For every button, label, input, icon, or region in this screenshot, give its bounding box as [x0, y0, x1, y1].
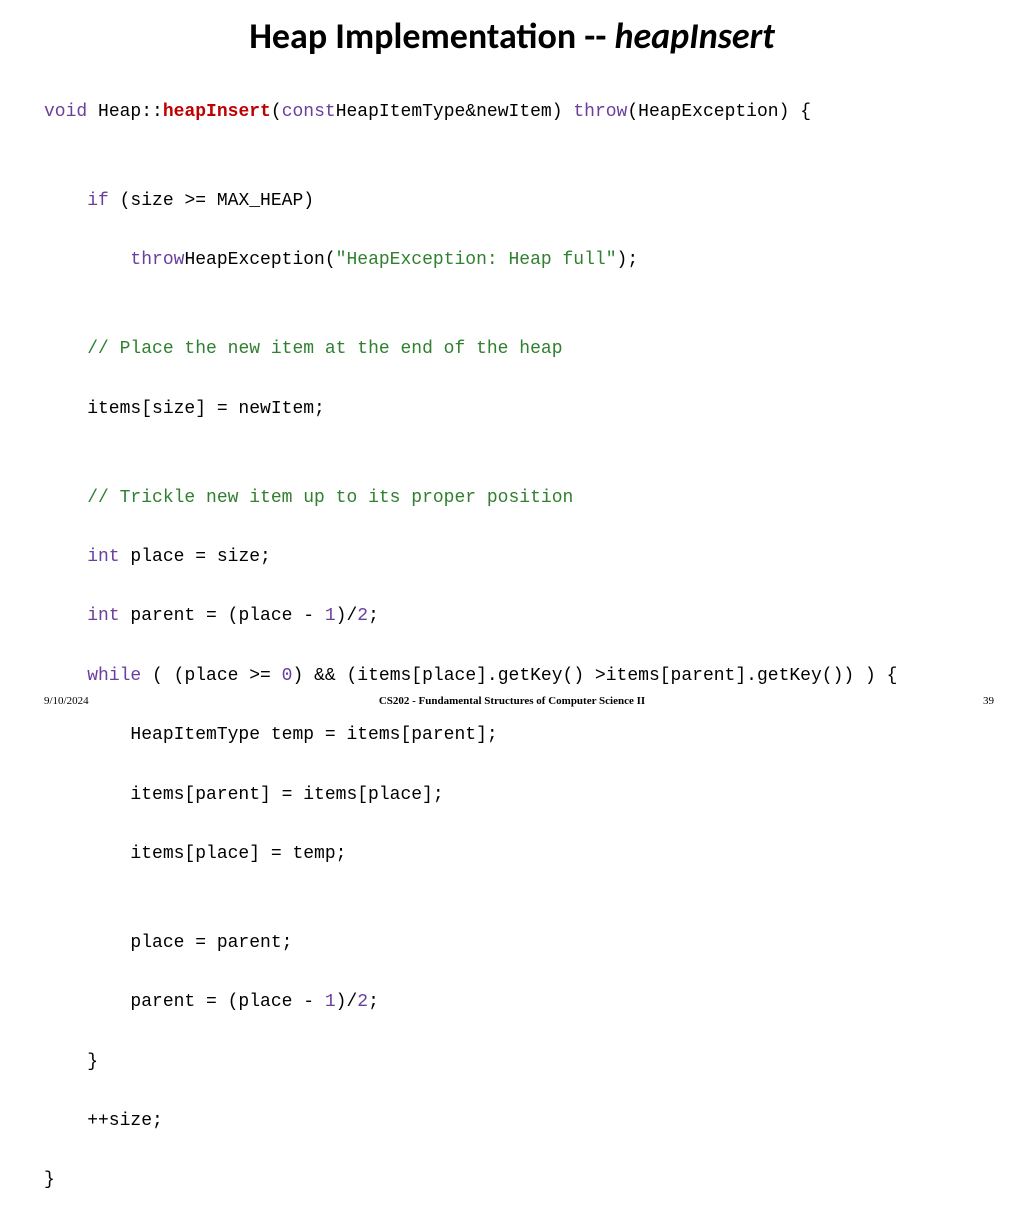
code-line-6: // Place the new item at the end of the …: [44, 335, 1004, 365]
code-block: void Heap::heapInsert(constHeapItemType&…: [0, 68, 1024, 1226]
code-line-13: HeapItemType temp = items[parent];: [44, 721, 1004, 751]
title-text: Heap Implementation --: [249, 14, 614, 58]
code-line-21: }: [44, 1166, 1004, 1196]
footer-course: CS202 - Fundamental Structures of Comput…: [0, 695, 1024, 707]
code-line-3: if (size >= MAX_HEAP): [44, 187, 1004, 217]
code-line-10: int place = size;: [44, 543, 1004, 573]
title-italic: heapInsert: [614, 14, 774, 58]
code-line-1: void Heap::heapInsert(constHeapItemType&…: [44, 98, 1004, 128]
code-line-11: int parent = (place - 1)/2;: [44, 602, 1004, 632]
code-line-12: while ( (place >= 0) && (items[place].ge…: [44, 662, 1004, 692]
code-line-18: parent = (place - 1)/2;: [44, 988, 1004, 1018]
slide-title: Heap Implementation -- heapInsert: [0, 0, 1024, 68]
code-line-7: items[size] = newItem;: [44, 395, 1004, 425]
code-line-14: items[parent] = items[place];: [44, 781, 1004, 811]
footer-page: 39: [983, 695, 994, 707]
code-line-15: items[place] = temp;: [44, 840, 1004, 870]
code-line-4: throwHeapException("HeapException: Heap …: [44, 246, 1004, 276]
code-line-9: // Trickle new item up to its proper pos…: [44, 484, 1004, 514]
code-line-17: place = parent;: [44, 929, 1004, 959]
code-line-20: ++size;: [44, 1107, 1004, 1137]
code-line-19: }: [44, 1048, 1004, 1078]
